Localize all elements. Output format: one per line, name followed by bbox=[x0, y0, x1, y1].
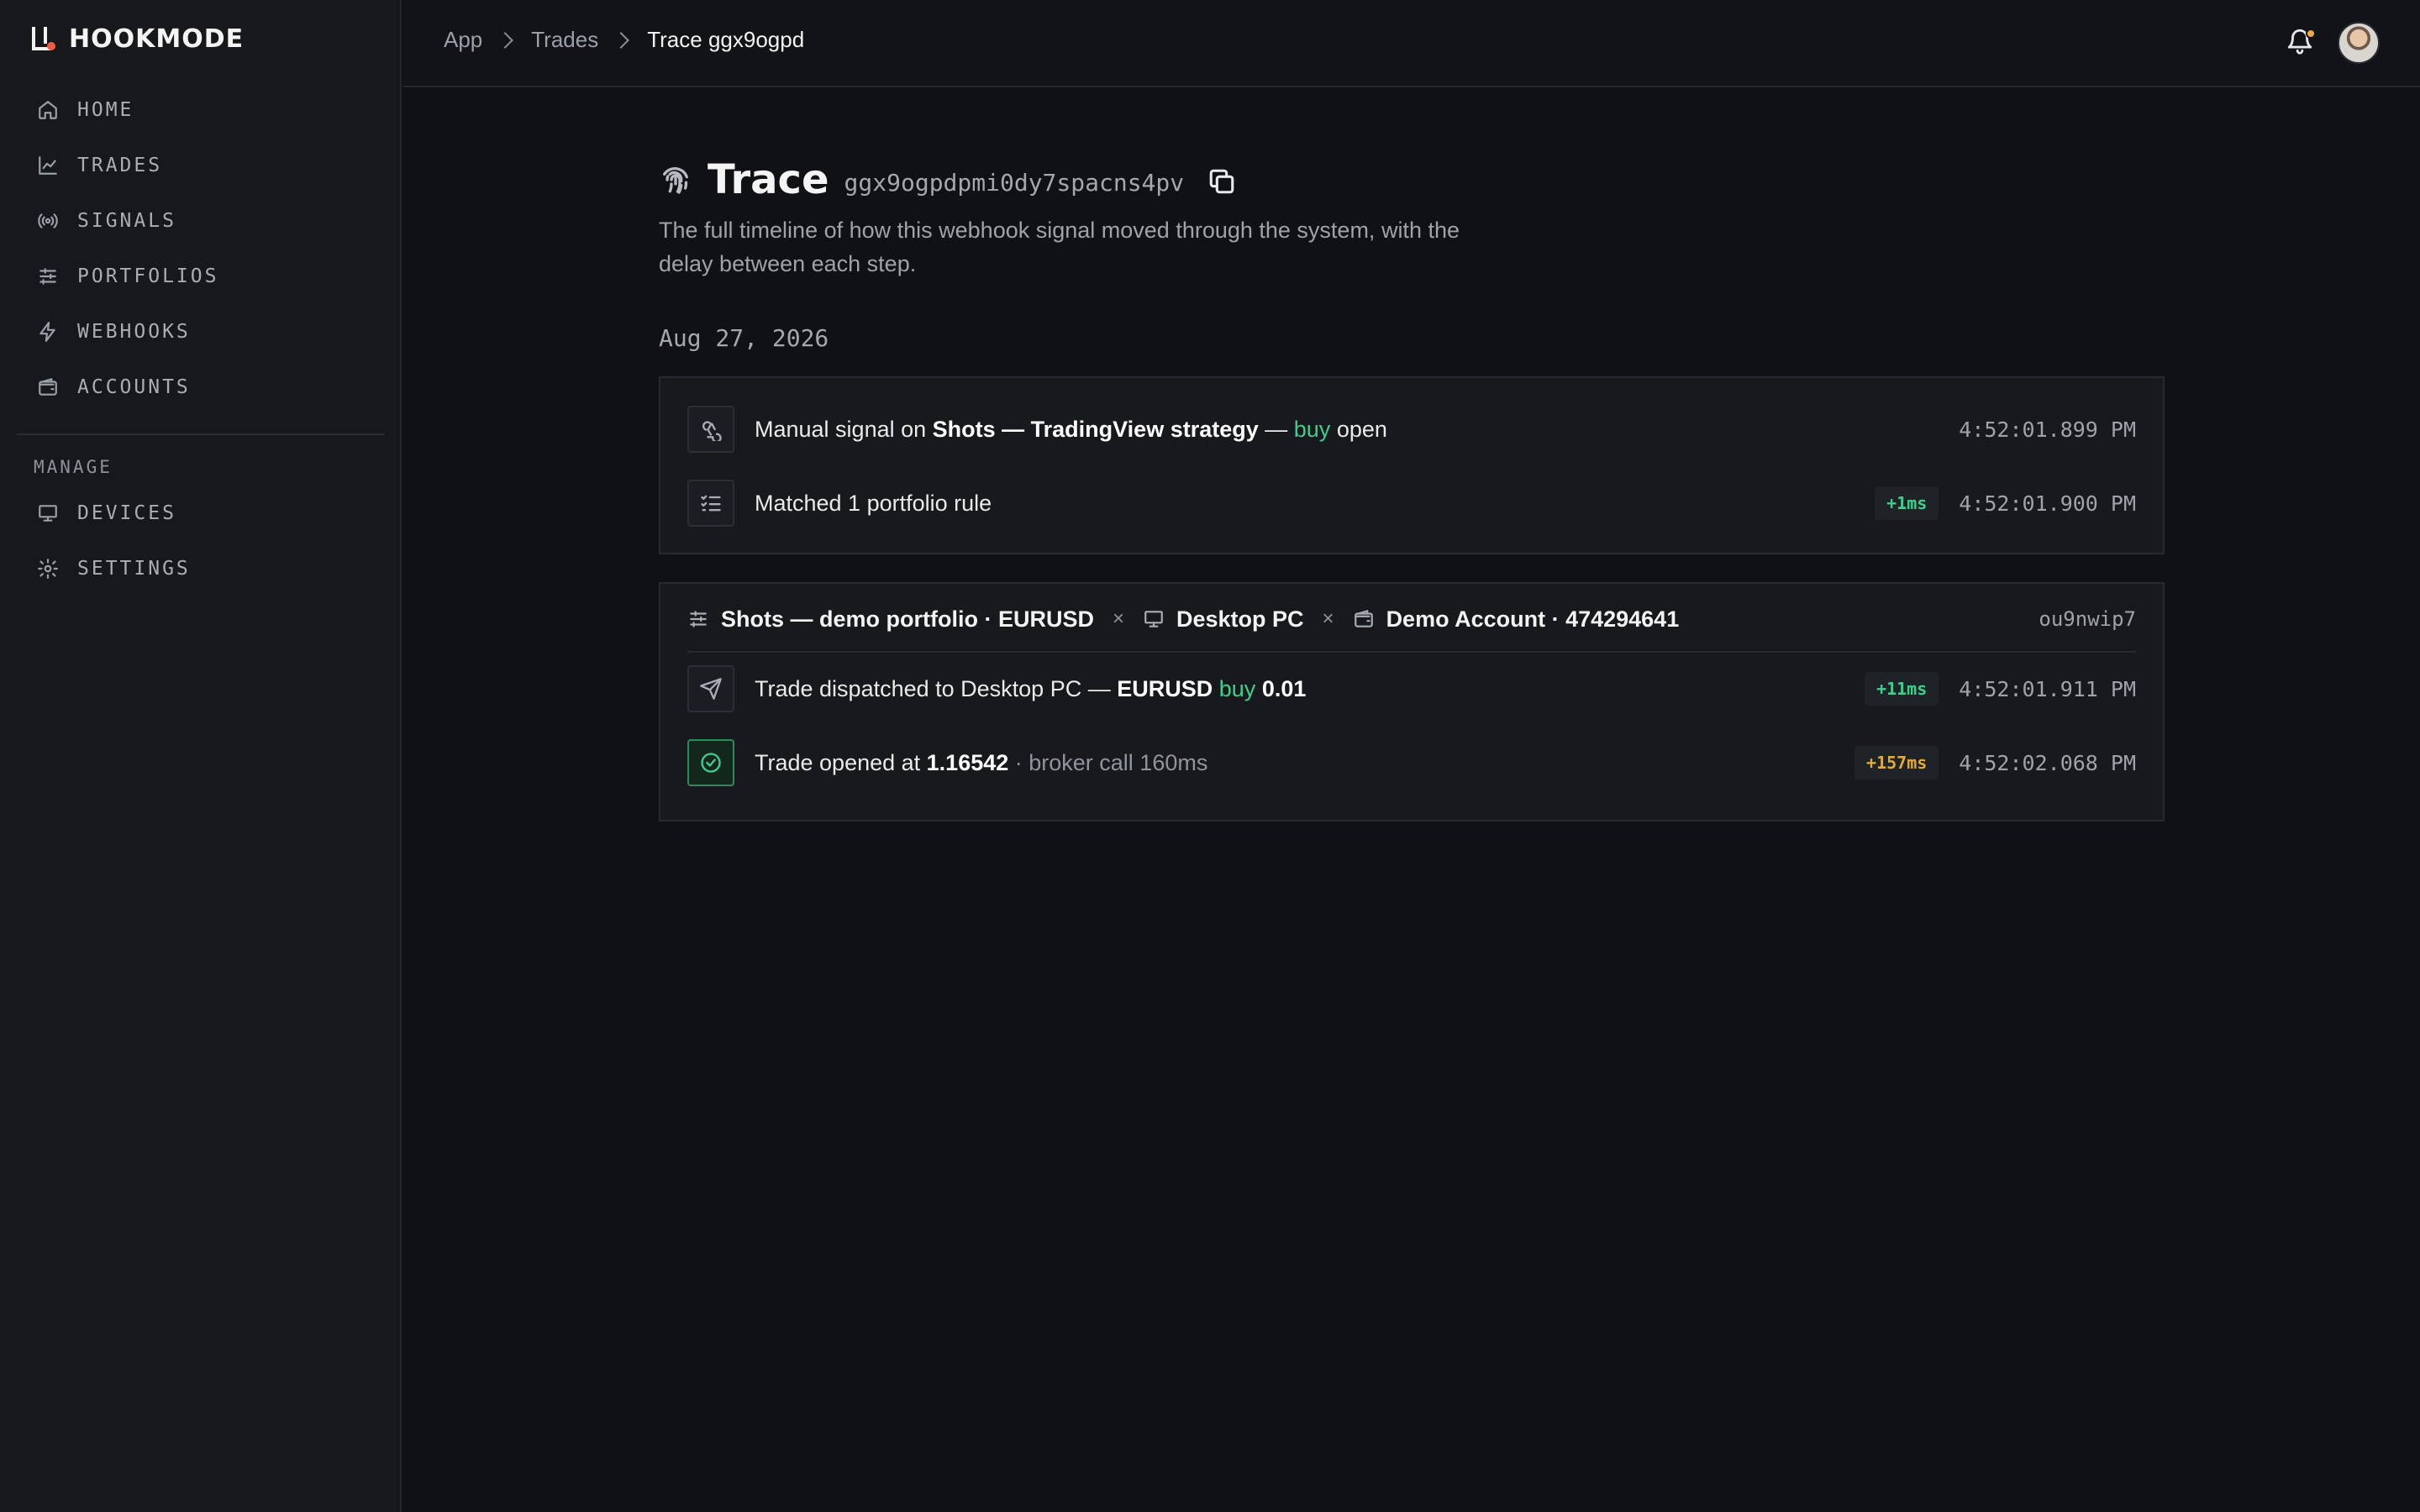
timeline-date: Aug 27, 2026 bbox=[659, 324, 829, 352]
sidebar-item-accounts[interactable]: ACCOUNTS bbox=[17, 360, 385, 415]
trace-id: ggx9ogpdpmi0dy7spacns4pv bbox=[844, 168, 1185, 197]
topbar: App Trades Trace ggx9ogpd bbox=[403, 0, 2420, 87]
manage-nav: DEVICES SETTINGS bbox=[17, 486, 385, 596]
delay-badge: +11ms bbox=[1865, 672, 1939, 706]
signal-text: Manual signal on Shots — TradingView str… bbox=[755, 416, 1387, 442]
breadcrumb-trades[interactable]: Trades bbox=[531, 27, 598, 53]
route-separator: × bbox=[1322, 607, 1334, 630]
avatar[interactable] bbox=[2338, 22, 2380, 64]
sidebar-item-devices[interactable]: DEVICES bbox=[17, 486, 385, 541]
send-icon bbox=[687, 665, 734, 712]
nav-divider bbox=[17, 433, 385, 435]
row-meta: +11ms 4:52:01.911 PM bbox=[1865, 672, 2136, 706]
trade-side: buy bbox=[1218, 675, 1256, 701]
sidebar-item-signals[interactable]: SIGNALS bbox=[17, 193, 385, 249]
symbol: EURUSD bbox=[1117, 675, 1213, 701]
main-nav: HOME TRADES SIGNALS PORTFOLIOS WEBHOOKS … bbox=[17, 82, 385, 415]
home-icon bbox=[39, 101, 57, 119]
device-name[interactable]: Desktop PC bbox=[1176, 606, 1304, 633]
opened-text: Trade opened at 1.16542 · broker call 16… bbox=[755, 749, 1208, 775]
lot-size: 0.01 bbox=[1261, 675, 1307, 701]
copy-button[interactable] bbox=[1207, 167, 1238, 197]
broker-call: · broker call 160ms bbox=[1008, 749, 1208, 775]
rule-match-text: Matched 1 portfolio rule bbox=[755, 490, 992, 516]
sliders-icon bbox=[690, 611, 707, 627]
chart-line-icon bbox=[39, 156, 57, 175]
timeline-row: Matched 1 portfolio rule +1ms 4:52:01.90… bbox=[687, 479, 2136, 528]
chevron-right-icon bbox=[497, 31, 514, 49]
sidebar: HOOKMODE HOME TRADES SIGNALS PORTFOLIOS … bbox=[0, 0, 402, 1512]
sliders-icon bbox=[39, 268, 56, 285]
row-meta: +157ms 4:52:02.068 PM bbox=[1854, 746, 2136, 780]
page-title: Trace bbox=[708, 156, 829, 203]
dispatch-text: Trade dispatched to Desktop PC — EURUSD … bbox=[755, 675, 1307, 701]
sidebar-item-portfolios[interactable]: PORTFOLIOS bbox=[17, 249, 385, 304]
notifications-button[interactable] bbox=[2286, 27, 2319, 60]
account-name[interactable]: Demo Account · 474294641 bbox=[1386, 606, 1680, 633]
row-meta: +1ms 4:52:01.900 PM bbox=[1875, 486, 2136, 520]
broadcast-icon bbox=[38, 213, 58, 228]
row-meta: 4:52:01.899 PM bbox=[1959, 417, 2136, 442]
notification-dot bbox=[2306, 29, 2316, 39]
breadcrumb-app[interactable]: App bbox=[444, 27, 482, 53]
timestamp: 4:52:02.068 PM bbox=[1959, 750, 2136, 775]
sidebar-item-label: PORTFOLIOS bbox=[77, 265, 219, 287]
timestamp: 4:52:01.900 PM bbox=[1959, 491, 2136, 516]
nav-section-manage: MANAGE bbox=[34, 457, 113, 477]
sidebar-item-label: ACCOUNTS bbox=[77, 376, 191, 398]
wallet-icon bbox=[39, 378, 57, 396]
route-id: ou9nwip7 bbox=[2039, 607, 2136, 631]
sidebar-item-label: TRADES bbox=[77, 155, 163, 176]
monitor-icon bbox=[1144, 611, 1163, 627]
check-circle-icon bbox=[687, 739, 734, 786]
route-header: Shots — demo portfolio · EURUSD × Deskto… bbox=[687, 601, 2136, 638]
monitor-icon bbox=[39, 505, 57, 522]
sidebar-item-webhooks[interactable]: WEBHOOKS bbox=[17, 304, 385, 360]
chevron-right-icon bbox=[613, 31, 630, 49]
sidebar-item-settings[interactable]: SETTINGS bbox=[17, 541, 385, 596]
timeline-row: Trade dispatched to Desktop PC — EURUSD … bbox=[687, 664, 2136, 713]
timeline-row: Manual signal on Shots — TradingView str… bbox=[687, 405, 2136, 454]
timestamp: 4:52:01.911 PM bbox=[1959, 676, 2136, 701]
list-check-icon bbox=[687, 480, 734, 527]
delay-badge: +157ms bbox=[1854, 746, 1939, 780]
copy-icon bbox=[1209, 169, 1234, 194]
route-separator: × bbox=[1112, 607, 1124, 630]
sidebar-item-label: SIGNALS bbox=[77, 210, 176, 232]
divider bbox=[687, 651, 2136, 653]
webhook-icon bbox=[687, 406, 734, 453]
open-price: 1.16542 bbox=[926, 749, 1009, 775]
brand-name: HOOKMODE bbox=[69, 24, 245, 54]
wallet-icon bbox=[1354, 610, 1373, 627]
page-subtitle: The full timeline of how this webhook si… bbox=[659, 218, 1460, 276]
sidebar-item-label: SETTINGS bbox=[77, 558, 191, 580]
hookmode-logo-icon bbox=[30, 24, 55, 54]
portfolio-name[interactable]: Shots — demo portfolio · EURUSD bbox=[721, 606, 1094, 633]
breadcrumb-current: Trace ggx9ogpd bbox=[647, 27, 805, 52]
fingerprint-icon bbox=[663, 166, 688, 194]
delay-badge: +1ms bbox=[1875, 486, 1939, 520]
page-header: Trace ggx9ogpdpmi0dy7spacns4pv bbox=[659, 156, 1238, 203]
strategy-name[interactable]: Shots — TradingView strategy bbox=[933, 417, 1259, 442]
route-card: Shots — demo portfolio · EURUSD × Deskto… bbox=[659, 582, 2165, 822]
sidebar-item-trades[interactable]: TRADES bbox=[17, 138, 385, 193]
sidebar-item-label: WEBHOOKS bbox=[77, 321, 191, 343]
sidebar-item-label: DEVICES bbox=[77, 502, 176, 524]
timeline-row: Trade opened at 1.16542 · broker call 16… bbox=[687, 738, 2136, 787]
sidebar-item-label: HOME bbox=[77, 99, 134, 121]
gear-icon bbox=[38, 559, 58, 579]
bolt-icon bbox=[39, 322, 55, 342]
signal-card: Manual signal on Shots — TradingView str… bbox=[659, 376, 2165, 554]
brand-logo[interactable]: HOOKMODE bbox=[30, 24, 244, 54]
breadcrumb: App Trades Trace ggx9ogpd bbox=[444, 27, 804, 53]
trade-side: buy bbox=[1293, 416, 1331, 442]
timestamp: 4:52:01.899 PM bbox=[1959, 417, 2136, 442]
sidebar-item-home[interactable]: HOME bbox=[17, 82, 385, 138]
